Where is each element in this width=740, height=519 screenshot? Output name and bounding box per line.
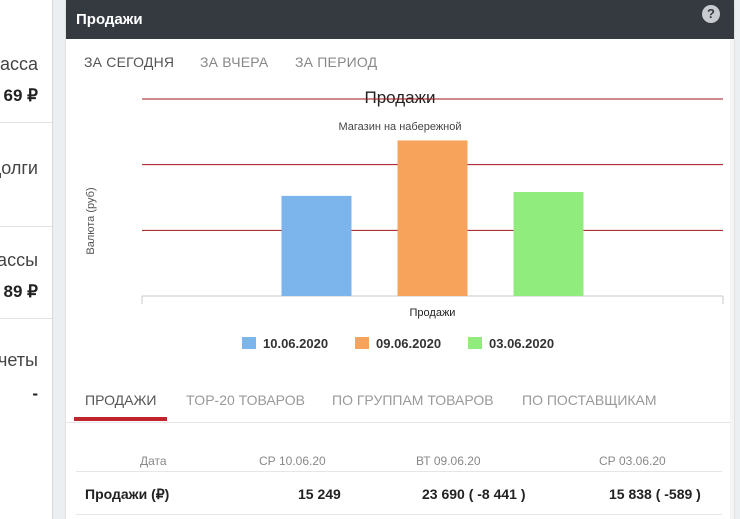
summary-label: счеты (0, 350, 38, 370)
summary-item-debts: долги (0, 134, 52, 227)
tab-by-product-groups[interactable]: ПО ГРУППАМ ТОВАРОВ (332, 392, 494, 408)
cell-value: 15 249 (298, 486, 341, 502)
summary-label: кассы (0, 250, 38, 270)
bar-03.06.2020 (513, 191, 584, 296)
chart-title: Продажи (365, 88, 436, 107)
legend-swatch (468, 337, 482, 349)
left-summary-panel: касса 69 ₽ долги кассы 89 ₽ счеты - (0, 0, 53, 519)
legend-label: 09.06.2020 (376, 336, 441, 351)
x-tick-label: Продажи (410, 307, 456, 319)
tab-period[interactable]: ЗА ПЕРИОД (295, 54, 377, 70)
legend-label: 10.06.2020 (263, 336, 328, 351)
card-header: Продажи ? (66, 0, 734, 39)
active-tab-indicator (74, 417, 167, 421)
table-divider (76, 514, 722, 515)
report-tabs: ПРОДАЖИ TOP-20 ТОВАРОВ ПО ГРУППАМ ТОВАРО… (66, 380, 734, 423)
tab-top20-products[interactable]: TOP-20 ТОВАРОВ (186, 392, 305, 408)
table-header-col3: СР 03.06.20 (599, 454, 666, 468)
tab-yesterday[interactable]: ЗА ВЧЕРА (200, 54, 268, 70)
tab-by-suppliers[interactable]: ПО ПОСТАВЩИКАМ (522, 392, 657, 408)
row-label: Продажи (₽) (85, 486, 170, 502)
legend-swatch (242, 337, 256, 349)
legend-swatch (355, 337, 369, 349)
summary-value: 89 ₽ (3, 282, 38, 301)
summary-item-accounts: счеты - (0, 326, 52, 418)
summary-label: касса (0, 54, 38, 74)
tab-today[interactable]: ЗА СЕГОДНЯ (84, 54, 174, 70)
summary-label: долги (0, 158, 38, 178)
tab-sales[interactable]: ПРОДАЖИ (85, 392, 156, 408)
y-axis-label: Валюта (руб) (85, 187, 97, 254)
summary-value: 69 ₽ (3, 86, 38, 105)
table-header-col2: ВТ 09.06.20 (416, 454, 481, 468)
cell-value: 23 690 ( -8 441 ) (422, 486, 526, 502)
summary-item-registers: кассы 89 ₽ (0, 226, 52, 319)
table-header-col1: СР 10.06.20 (259, 454, 326, 468)
sales-card: Продажи ? ЗА СЕГОДНЯ ЗА ВЧЕРА ЗА ПЕРИОД … (66, 0, 734, 519)
bar-09.06.2020 (397, 140, 468, 296)
chart-subtitle: Магазин на набережной (338, 121, 461, 133)
legend-label: 03.06.2020 (489, 336, 554, 351)
help-icon[interactable]: ? (702, 5, 720, 23)
cell-value: 15 838 ( -589 ) (609, 486, 701, 502)
bar-10.06.2020 (281, 195, 352, 296)
card-title: Продажи (76, 11, 143, 28)
summary-item-cash: касса 69 ₽ (0, 30, 52, 123)
sales-chart: Продажи Магазин на набережной Валюта (руб)… (85, 88, 724, 351)
scrollbar[interactable] (730, 40, 734, 519)
table-header-date: Дата (140, 454, 167, 468)
table-divider (76, 471, 722, 472)
summary-value: - (32, 384, 38, 403)
